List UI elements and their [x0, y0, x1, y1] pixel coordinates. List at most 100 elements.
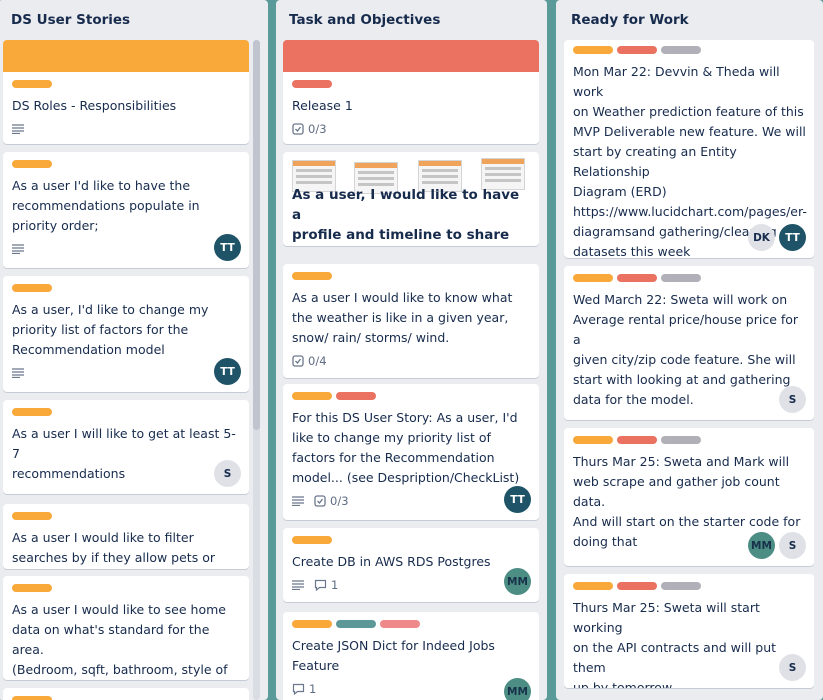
scrollbar-thumb[interactable] — [253, 40, 260, 430]
list-title[interactable]: Task and Objectives — [276, 0, 547, 40]
checklist-badge: 0/3 — [314, 494, 349, 508]
card[interactable]: Thurs Mar 25: Sweta will start working o… — [564, 574, 814, 688]
comments-badge: 1 — [292, 682, 316, 696]
label-orange[interactable] — [12, 408, 52, 416]
comment-icon — [292, 683, 305, 695]
card[interactable]: Mon Mar 22: Devvin & Theda will work on … — [564, 40, 814, 258]
label-grey[interactable] — [661, 274, 701, 282]
label-orange[interactable] — [12, 80, 52, 88]
card-cover — [283, 40, 539, 72]
list-scrollbar[interactable] — [253, 40, 260, 700]
description-icon — [12, 124, 24, 134]
card[interactable]: As a user, I'd like to change my priorit… — [3, 276, 249, 392]
description-icon — [292, 580, 304, 590]
description-icon — [292, 496, 304, 506]
label-grey[interactable] — [661, 46, 701, 54]
card-cover — [3, 40, 249, 72]
card-title: As a user, I would like to have a profil… — [292, 187, 520, 243]
avatar[interactable]: MM — [748, 532, 775, 559]
label-teal[interactable] — [336, 620, 376, 628]
label-orange[interactable] — [292, 536, 332, 544]
card-title: As a user I would like to see home data … — [12, 602, 228, 677]
description-icon — [12, 244, 24, 254]
label-red[interactable] — [617, 436, 657, 444]
label-red[interactable] — [617, 46, 657, 54]
card[interactable]: As a user, I would like to have a profil… — [283, 152, 539, 246]
list-ds-user-stories: DS User Stories DS Roles - Responsibilit… — [0, 0, 268, 700]
label-orange[interactable] — [292, 620, 332, 628]
card-title: As a user I will like to get at least 5-… — [12, 426, 236, 481]
card[interactable]: As a user I'd like to have the recommend… — [3, 152, 249, 268]
comments-badge: 1 — [314, 578, 338, 592]
label-red[interactable] — [617, 274, 657, 282]
label-orange[interactable] — [573, 582, 613, 590]
label-orange[interactable] — [292, 272, 332, 280]
avatar[interactable]: TT — [214, 234, 241, 261]
card[interactable]: Thurs Mar 25: Sweta and Mark will web sc… — [564, 428, 814, 566]
card[interactable]: For this DS User Story: As a user, I'd l… — [283, 384, 539, 520]
comment-count: 1 — [309, 682, 317, 696]
label-orange[interactable] — [12, 512, 52, 520]
card[interactable]: DS Roles - Responsibilities — [3, 40, 249, 144]
card-title: Release 1 — [292, 98, 353, 113]
avatar[interactable]: S — [779, 532, 806, 559]
label-red[interactable] — [617, 582, 657, 590]
label-red[interactable] — [336, 392, 376, 400]
label-orange[interactable] — [12, 160, 52, 168]
card[interactable]: As a user I would like to filter searche… — [3, 504, 249, 569]
avatar[interactable]: S — [779, 654, 806, 681]
checklist-icon — [314, 495, 326, 507]
label-grey[interactable] — [661, 436, 701, 444]
avatar[interactable]: TT — [504, 486, 531, 513]
card-title: As a user I'd like to have the recommend… — [12, 178, 200, 233]
avatar[interactable]: TT — [214, 358, 241, 385]
avatar[interactable]: MM — [504, 568, 531, 595]
label-orange[interactable] — [573, 274, 613, 282]
card-title: As a user, I'd like to change my priorit… — [12, 302, 209, 357]
label-pink[interactable] — [380, 620, 420, 628]
label-orange[interactable] — [12, 696, 52, 700]
checklist-badge: 0/3 — [292, 122, 327, 136]
card[interactable]: Release 1 0/3 — [283, 40, 539, 144]
checklist-count: 0/3 — [308, 122, 327, 136]
card[interactable]: Wed March 22: Sweta will work on Average… — [564, 266, 814, 420]
avatar[interactable]: TT — [779, 224, 806, 251]
label-orange[interactable] — [573, 436, 613, 444]
label-red[interactable] — [292, 80, 332, 88]
card-title: As a user I would like to filter searche… — [12, 530, 215, 565]
comment-count: 1 — [331, 578, 339, 592]
card-title: For this DS User Story: As a user, I'd l… — [292, 410, 520, 485]
card[interactable]: As a user I would like to know what the … — [283, 264, 539, 378]
list-title[interactable]: DS User Stories — [0, 0, 268, 40]
card-title: As a user I would like to know what the … — [292, 290, 513, 345]
card[interactable]: Create DB in AWS RDS Postgres 1 MM — [283, 528, 539, 602]
card[interactable] — [3, 688, 249, 700]
description-icon — [12, 368, 24, 378]
label-orange[interactable] — [292, 392, 332, 400]
card[interactable]: As a user I would like to see home data … — [3, 576, 249, 680]
list-title[interactable]: Ready for Work — [556, 0, 823, 40]
label-orange[interactable] — [12, 584, 52, 592]
card-title: Wed March 22: Sweta will work on Average… — [573, 292, 799, 407]
card-title: DS Roles - Responsibilities — [12, 98, 177, 113]
card[interactable]: Create JSON Dict for Indeed Jobs Feature… — [283, 612, 539, 700]
avatar[interactable]: MM — [504, 678, 531, 700]
checklist-icon — [292, 123, 304, 135]
label-orange[interactable] — [573, 46, 613, 54]
avatar[interactable]: S — [214, 460, 241, 487]
checklist-badge: 0/4 — [292, 354, 327, 368]
card-title: Create DB in AWS RDS Postgres — [292, 554, 491, 569]
label-grey[interactable] — [661, 582, 701, 590]
card-title: Create JSON Dict for Indeed Jobs Feature — [292, 638, 495, 673]
checklist-icon — [292, 355, 304, 367]
list-task-and-objectives: Task and Objectives Release 1 0/3 As a u… — [276, 0, 547, 700]
avatar[interactable]: DK — [748, 224, 775, 251]
comment-icon — [314, 579, 327, 591]
label-orange[interactable] — [12, 284, 52, 292]
card[interactable]: As a user I will like to get at least 5-… — [3, 400, 249, 494]
avatar[interactable]: S — [779, 386, 806, 413]
list-ready-for-work: Ready for Work Mon Mar 22: Devvin & Thed… — [556, 0, 823, 700]
checklist-count: 0/4 — [308, 354, 327, 368]
card-title: Thurs Mar 25: Sweta will start working o… — [573, 600, 777, 688]
checklist-count: 0/3 — [330, 494, 349, 508]
